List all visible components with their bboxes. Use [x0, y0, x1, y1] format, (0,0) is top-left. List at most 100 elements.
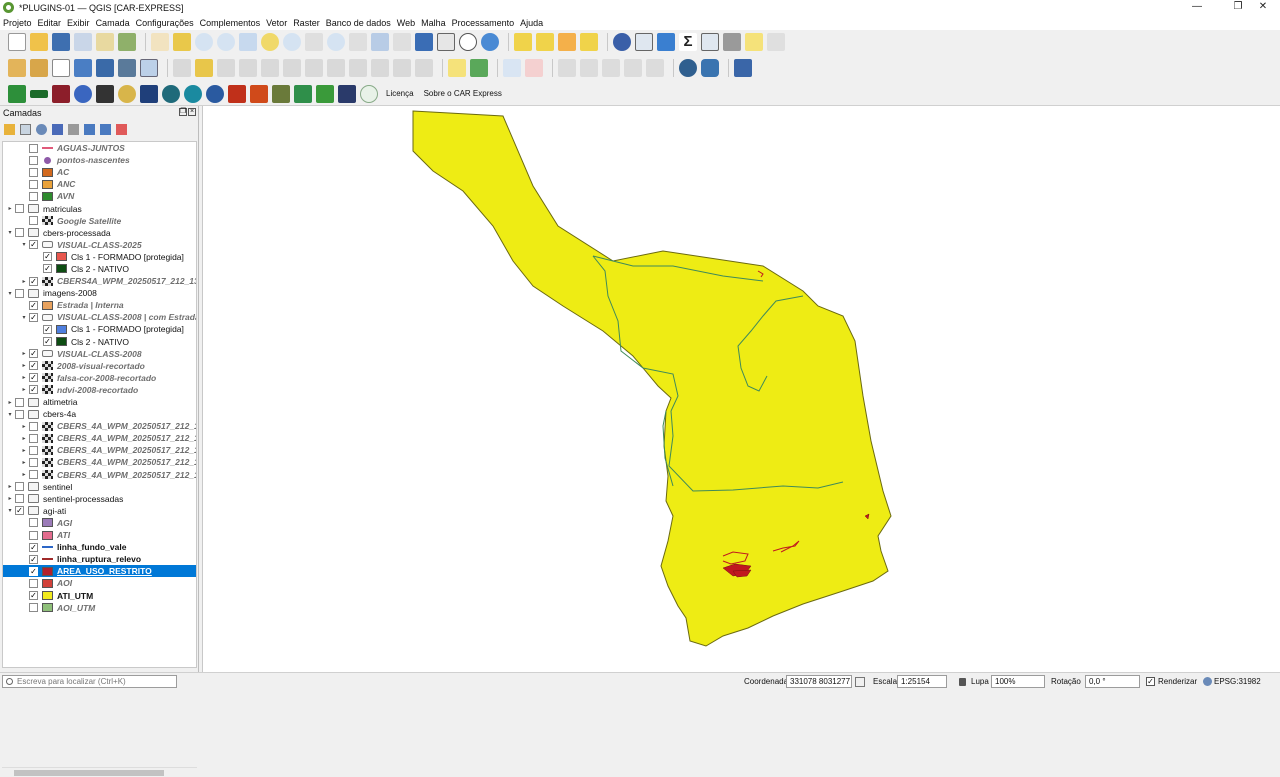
data-source-manager-icon[interactable] [8, 59, 26, 77]
paste-icon[interactable] [371, 59, 389, 77]
expand-arrow-icon[interactable]: ▾ [5, 290, 15, 297]
crs-button[interactable]: EPSG:31982 [1214, 676, 1261, 688]
refresh-icon[interactable] [481, 33, 499, 51]
pan-to-selection-icon[interactable] [173, 33, 191, 51]
layer-visibility-checkbox[interactable]: ✓ [29, 312, 38, 322]
layer-tree-row[interactable]: ✓ ATI_UTM [3, 589, 196, 601]
open-field-calculator-icon[interactable] [701, 33, 719, 51]
layer-tree-row[interactable]: ▸ CBERS_4A_WPM_20250517_212_135_ [3, 444, 196, 456]
layer-visibility-checkbox[interactable] [15, 482, 24, 492]
car-fire-icon[interactable] [228, 84, 246, 103]
expand-arrow-icon[interactable]: ▸ [5, 399, 15, 406]
minimize-button[interactable]: — [1180, 0, 1214, 15]
layer-tree-row[interactable]: AGI [3, 517, 196, 529]
layer-labeling-icon[interactable] [470, 59, 488, 77]
menu-editar[interactable]: Editar [38, 18, 62, 28]
select-features-icon[interactable] [514, 33, 532, 51]
layer-tree-row[interactable]: ▾ ✓ VISUAL-CLASS-2025 [3, 239, 196, 251]
layer-visibility-checkbox[interactable]: ✓ [29, 591, 38, 601]
python-console-icon[interactable] [701, 59, 719, 77]
deselect-icon[interactable] [558, 33, 576, 51]
expand-arrow-icon[interactable]: ▾ [5, 229, 15, 236]
car-express-icon[interactable] [8, 84, 26, 103]
label-rotate-icon[interactable] [580, 59, 598, 77]
locator-search-input[interactable]: Escreva para localizar (Ctrl+K) [2, 675, 177, 688]
cut-icon[interactable] [327, 59, 345, 77]
spatial-bookmark-icon[interactable] [767, 33, 785, 51]
label-move-icon[interactable] [558, 59, 576, 77]
layer-visibility-checkbox[interactable]: ✓ [29, 361, 38, 371]
layer-visibility-checkbox[interactable]: ✓ [29, 349, 38, 359]
layer-visibility-checkbox[interactable]: ✓ [29, 276, 38, 286]
close-window-button[interactable]: ✕ [1246, 0, 1280, 15]
layer-visibility-checkbox[interactable] [15, 397, 24, 407]
layer-tree-row[interactable]: AOI_UTM [3, 602, 196, 614]
layer-visibility-checkbox[interactable]: ✓ [29, 300, 38, 310]
sobre-car-express-link[interactable]: Sobre o CAR Express [424, 89, 502, 98]
property-polygon[interactable] [412, 110, 892, 647]
layer-tree-row[interactable]: ✓ Cls 2 - NATIVO [3, 336, 196, 348]
layer-tree-row[interactable]: ▸✓ CBERS4A_WPM_20250517_212_135_L [3, 275, 196, 287]
expand-arrow-icon[interactable]: ▸ [19, 350, 29, 357]
globe-plugin-icon[interactable] [679, 59, 697, 77]
layer-visibility-checkbox[interactable] [15, 228, 24, 238]
layer-tree-row[interactable]: ▸ ✓ ndvi-2008-recortado [3, 384, 196, 396]
new-layer-icon[interactable] [30, 59, 48, 77]
layer-tree-row[interactable]: pontos-nascentes [3, 154, 196, 166]
temporal-controller-icon[interactable] [459, 33, 477, 51]
expand-arrow-icon[interactable]: ▸ [19, 278, 29, 285]
layer-tree-row[interactable]: ▸ CBERS_4A_WPM_20250517_212_135_ [3, 420, 196, 432]
add-feature-icon[interactable] [261, 59, 279, 77]
layer-visibility-checkbox[interactable] [15, 494, 24, 504]
expand-arrow-icon[interactable]: ▸ [19, 435, 29, 442]
layer-visibility-checkbox[interactable] [29, 143, 38, 153]
coordinate-field[interactable]: 331078 8031277 [786, 675, 852, 688]
help-icon[interactable] [734, 59, 752, 77]
delete-selected-icon[interactable] [305, 59, 323, 77]
car-photo-icon[interactable] [96, 84, 114, 103]
layer-visibility-checkbox[interactable]: ✓ [29, 542, 38, 552]
layer-visibility-checkbox[interactable]: ✓ [43, 264, 52, 274]
layer-tree-row[interactable]: AVN [3, 190, 196, 202]
redo-icon[interactable] [415, 59, 433, 77]
zoom-selection-icon[interactable] [261, 33, 279, 51]
label-pin-icon[interactable] [503, 59, 521, 77]
manage-visibility-icon[interactable] [36, 123, 47, 135]
open-styling-icon[interactable] [4, 123, 15, 135]
expand-arrow-icon[interactable]: ▸ [19, 386, 29, 393]
layer-visibility-checkbox[interactable] [29, 433, 38, 443]
undo-icon[interactable] [393, 59, 411, 77]
layer-visibility-checkbox[interactable]: ✓ [29, 554, 38, 564]
show-bookmarks-icon[interactable] [437, 33, 455, 51]
layer-tree-row[interactable]: ▸ ✓ 2008-visual-recortado [3, 360, 196, 372]
label-change-icon[interactable] [602, 59, 620, 77]
render-checkbox[interactable]: ✓ [1146, 677, 1155, 686]
car-gear-icon[interactable] [74, 84, 92, 103]
bookmark-icon[interactable] [415, 33, 433, 51]
layer-visibility-checkbox[interactable] [29, 179, 38, 189]
lock-icon[interactable] [959, 678, 966, 686]
layer-tree-row[interactable]: AC [3, 166, 196, 178]
expand-arrow-icon[interactable]: ▾ [19, 314, 29, 321]
filter-expression-icon[interactable] [68, 123, 79, 135]
print-layout-icon[interactable] [96, 33, 114, 51]
layer-tree-row[interactable]: ▾ cbers-processada [3, 227, 196, 239]
expand-arrow-icon[interactable]: ▾ [19, 241, 29, 248]
menu-banco-de-dados[interactable]: Banco de dados [326, 18, 391, 28]
layer-visibility-checkbox[interactable] [29, 603, 38, 613]
layer-tree-row[interactable]: AOI [3, 577, 196, 589]
car-book-icon[interactable] [52, 84, 70, 103]
zoom-next-icon[interactable] [349, 33, 367, 51]
layer-tree-row[interactable]: Google Satellite [3, 215, 196, 227]
zoom-last-icon[interactable] [327, 33, 345, 51]
select-location-icon[interactable] [580, 33, 598, 51]
add-wms-icon[interactable] [96, 59, 114, 77]
car-landscape-icon[interactable] [272, 84, 290, 103]
layer-tree-row[interactable]: ✓ Cls 1 - FORMADO [protegida] [3, 323, 196, 335]
layer-tree-row[interactable]: AGUAS-JUNTOS [3, 142, 196, 154]
layer-visibility-checkbox[interactable] [29, 457, 38, 467]
zoom-full-icon[interactable] [239, 33, 257, 51]
layer-visibility-checkbox[interactable] [29, 445, 38, 455]
menu-projeto[interactable]: Projeto [3, 18, 32, 28]
save-project-icon[interactable] [52, 33, 70, 51]
